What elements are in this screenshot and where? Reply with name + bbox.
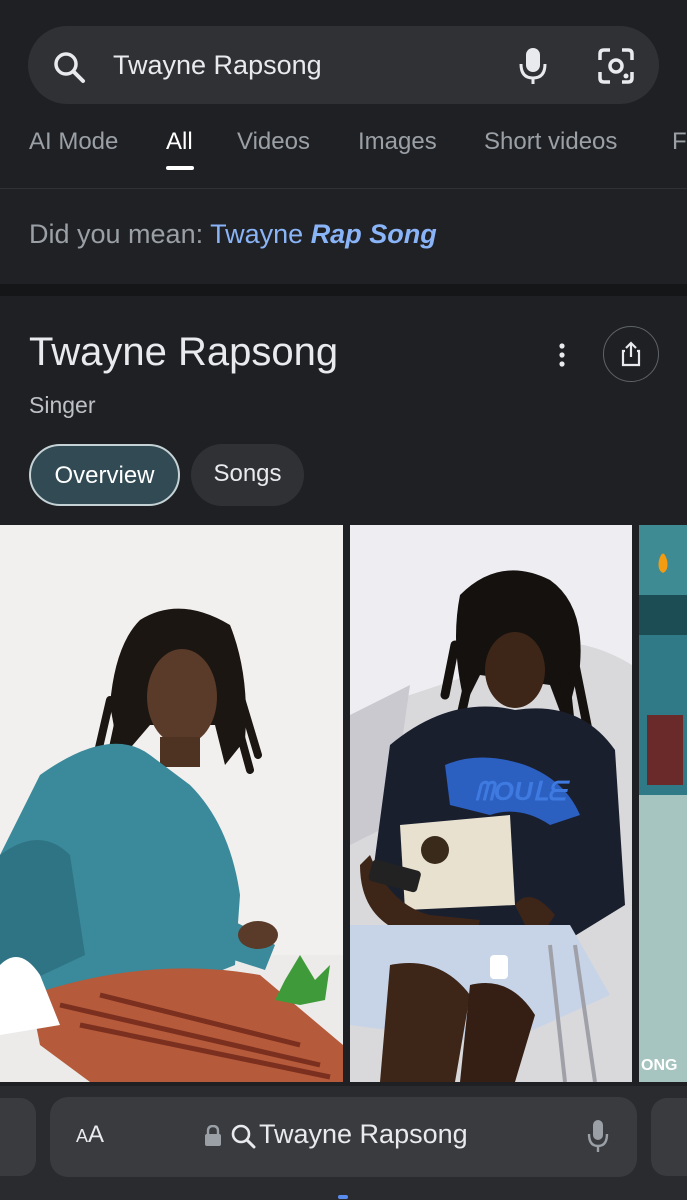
search-header: Twayne Rapsong AI Mode All Videos Images…: [0, 0, 687, 188]
section-divider: [0, 284, 687, 296]
browser-toolbar: AA Twayne Rapsong: [0, 1086, 687, 1200]
artist-photo-1-art: [0, 525, 343, 1082]
panel-subtitle: Singer: [29, 392, 96, 418]
artist-photo-3[interactable]: ONG: [639, 525, 687, 1082]
lock-icon: [205, 1125, 221, 1146]
tab-all[interactable]: All: [166, 128, 193, 156]
tab-videos[interactable]: Videos: [237, 128, 310, 156]
svg-text:ONG: ONG: [641, 1057, 677, 1074]
tab-ai-mode[interactable]: AI Mode: [29, 128, 118, 156]
address-bar[interactable]: AA Twayne Rapsong: [50, 1097, 637, 1177]
artist-photo-3-art: ONG: [639, 525, 687, 1082]
chip-songs[interactable]: Songs: [191, 444, 304, 506]
did-you-mean-prefix: Did you mean:: [29, 219, 204, 249]
mic-icon[interactable]: [516, 46, 550, 86]
reader-settings-button[interactable]: AA: [76, 1121, 104, 1149]
panel-title: Twayne Rapsong: [29, 330, 339, 374]
knowledge-panel: Twayne Rapsong Singer Overview Songs ᗰOU…: [0, 296, 687, 1086]
did-you-mean-text: Did you mean: Twayne Rap Song: [29, 219, 437, 250]
share-icon: [621, 341, 641, 367]
search-input[interactable]: Twayne Rapsong: [28, 26, 659, 104]
search-query[interactable]: Twayne Rapsong: [113, 26, 322, 104]
search-tabs: AI Mode All Videos Images Short videos F…: [0, 120, 687, 180]
google-lens-icon[interactable]: [596, 46, 636, 86]
tab-forums-partial[interactable]: Fo: [672, 128, 687, 156]
artist-photo-1[interactable]: [0, 525, 343, 1082]
chip-overview[interactable]: Overview: [29, 444, 180, 506]
search-icon[interactable]: [52, 50, 86, 84]
did-you-mean-link[interactable]: Twayne Rap Song: [210, 219, 437, 249]
page: Twayne Rapsong AI Mode All Videos Images…: [0, 0, 687, 1200]
suggestion-emphasis[interactable]: Rap Song: [311, 219, 437, 249]
previous-tab-preview[interactable]: [0, 1098, 36, 1176]
tab-short-videos[interactable]: Short videos: [484, 128, 617, 156]
aa-small: A: [76, 1126, 89, 1146]
next-tab-preview[interactable]: [651, 1098, 687, 1176]
mic-icon[interactable]: [587, 1119, 609, 1153]
active-tab-indicator: [166, 166, 194, 170]
tab-images[interactable]: Images: [358, 128, 437, 156]
did-you-mean: Did you mean: Twayne Rap Song: [0, 188, 687, 284]
scroll-indicator: [338, 1195, 348, 1199]
aa-large: A: [88, 1121, 105, 1148]
suggestion-plain[interactable]: Twayne: [210, 219, 303, 249]
more-vert-icon[interactable]: [552, 340, 572, 370]
search-icon: [231, 1124, 256, 1149]
svg-text:ᗰOUᒪᗴ: ᗰOUᒪᗴ: [475, 776, 570, 806]
image-gallery: ᗰOUᒪᗴ ONG: [0, 525, 687, 1082]
artist-photo-2-art: ᗰOUᒪᗴ: [350, 525, 632, 1082]
artist-photo-2[interactable]: ᗰOUᒪᗴ: [350, 525, 632, 1082]
share-button[interactable]: [603, 326, 659, 382]
address-text[interactable]: Twayne Rapsong: [259, 1119, 468, 1150]
